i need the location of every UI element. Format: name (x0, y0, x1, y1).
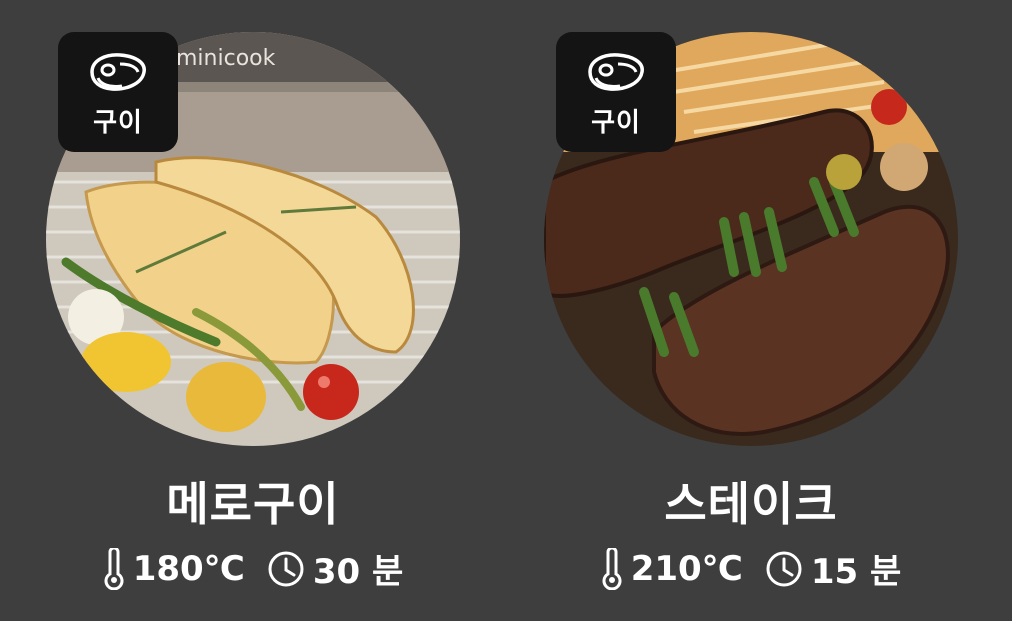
recipe-grid: minicook 구이 메로구이 180℃ 30 분 구이 스테이크 210℃ … (0, 0, 1012, 621)
steak-icon (90, 52, 146, 91)
recipe-card-steak[interactable]: 구이 스테이크 210℃ 15 분 (544, 32, 964, 612)
time-value: 30 분 (312, 552, 404, 592)
cook-info: 180℃ 30 분 (46, 544, 460, 593)
thermometer-icon (602, 547, 622, 590)
clock-icon (766, 551, 802, 586)
temperature-value: 210℃ (630, 548, 743, 589)
category-badge: 구이 (58, 32, 178, 152)
recipe-card-mero[interactable]: minicook 구이 메로구이 180℃ 30 분 (46, 32, 466, 612)
thermometer-icon (104, 547, 124, 590)
steak-icon (588, 52, 644, 91)
clock-icon (268, 551, 304, 586)
temperature-value: 180℃ (132, 548, 245, 589)
dish-name: 메로구이 (166, 477, 340, 531)
time-value: 15 분 (810, 552, 902, 592)
cook-info: 210℃ 15 분 (544, 544, 958, 593)
photo-watermark: minicook (176, 46, 276, 71)
category-badge: 구이 (556, 32, 676, 152)
dish-name: 스테이크 (664, 477, 838, 531)
badge-label: 구이 (591, 107, 641, 138)
badge-label: 구이 (93, 107, 143, 138)
